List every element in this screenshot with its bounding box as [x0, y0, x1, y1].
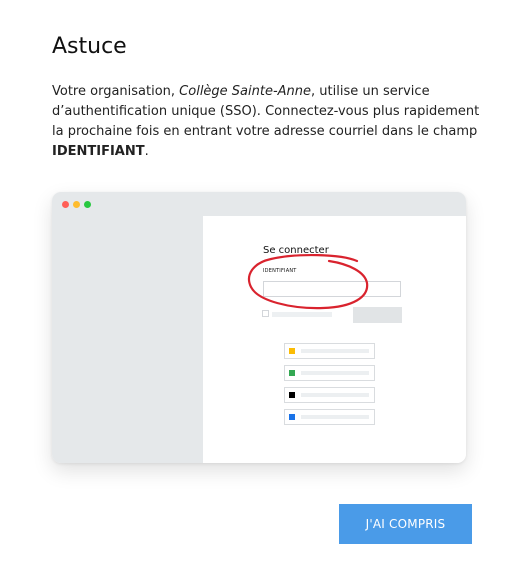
black-square-icon: [289, 392, 295, 398]
sso-label-placeholder: [301, 415, 369, 419]
green-square-icon: [289, 370, 295, 376]
illustration-sidebar: [52, 216, 203, 463]
identifier-input-illustration: [263, 281, 401, 297]
sso-label-placeholder: [301, 371, 369, 375]
dialog-title: Astuce: [52, 34, 127, 59]
signin-title: Se connecter: [263, 245, 329, 256]
blue-square-icon: [289, 414, 295, 420]
sso-label-placeholder: [301, 393, 369, 397]
sso-button-illustration: [284, 365, 375, 381]
sso-label-placeholder: [301, 349, 369, 353]
next-button-illustration: [353, 307, 402, 323]
organization-name: Collège Sainte-Anne: [179, 84, 312, 99]
remember-checkbox-illustration: [262, 310, 269, 317]
body-text-part3: .: [144, 144, 149, 159]
sso-button-illustration: [284, 387, 375, 403]
browser-titlebar: [52, 192, 466, 216]
close-dot-icon: [62, 201, 69, 208]
identifier-label: IDENTIFIANT: [263, 268, 297, 274]
illustration-signin-panel: Se connecter IDENTIFIANT: [203, 216, 466, 463]
maximize-dot-icon: [84, 201, 91, 208]
field-name: IDENTIFIANT: [52, 144, 145, 159]
sso-button-illustration: [284, 343, 375, 359]
sso-button-illustration: [284, 409, 375, 425]
tip-dialog: Astuce Votre organisation, Collège Saint…: [0, 0, 531, 572]
dialog-body: Votre organisation, Collège Sainte-Anne,…: [52, 82, 492, 162]
body-text-part1: Votre organisation,: [52, 84, 180, 99]
signin-illustration: Se connecter IDENTIFIANT: [52, 192, 466, 463]
yellow-square-icon: [289, 348, 295, 354]
minimize-dot-icon: [73, 201, 80, 208]
confirm-button[interactable]: J'AI COMPRIS: [339, 504, 472, 544]
remember-label-placeholder: [272, 312, 332, 317]
